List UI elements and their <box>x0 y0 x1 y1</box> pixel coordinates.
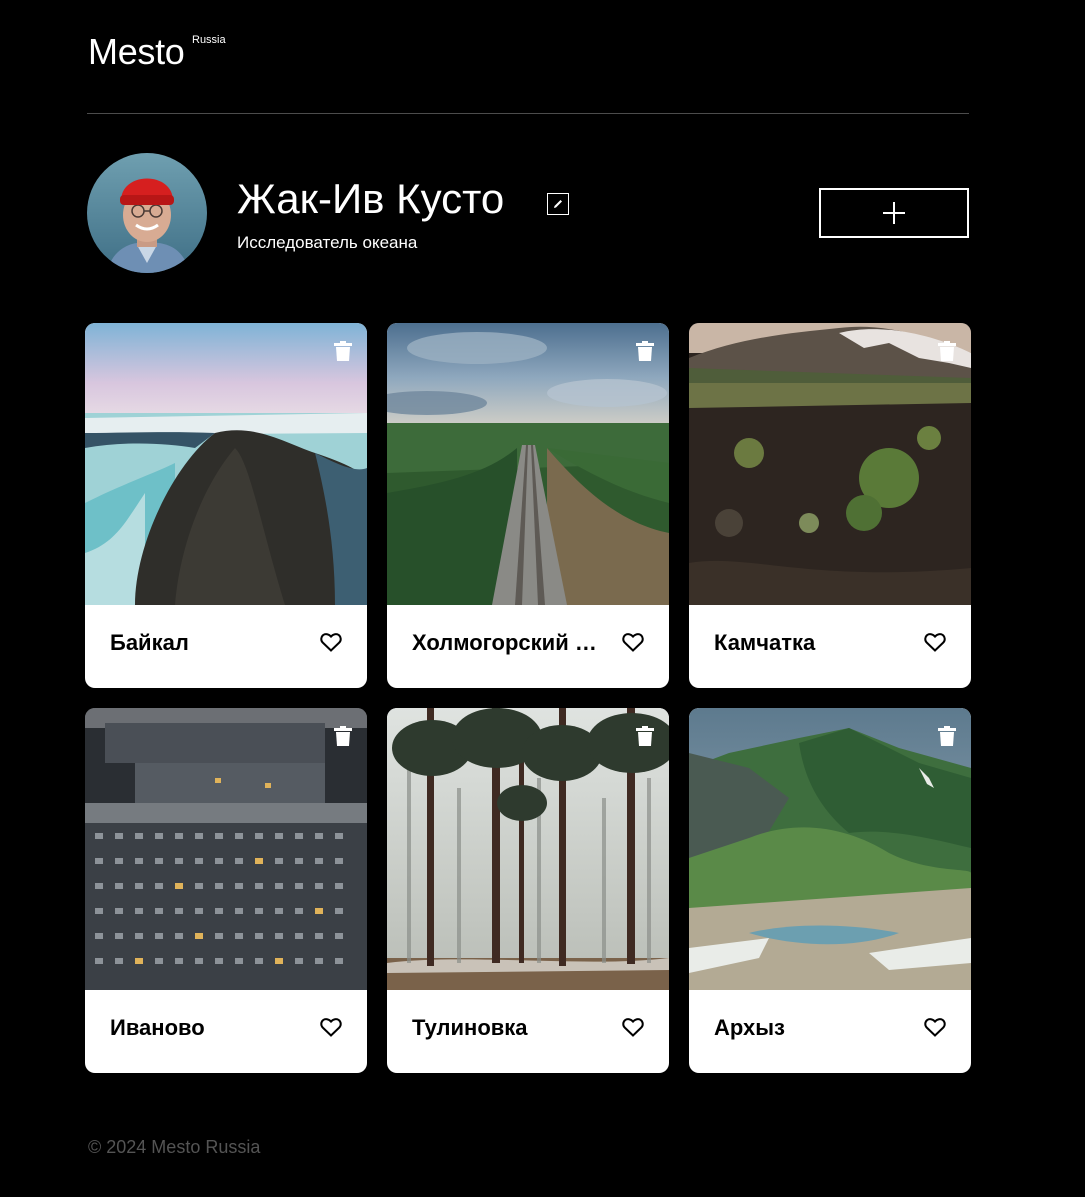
card: Архыз <box>689 708 971 1073</box>
pencil-icon <box>554 200 562 208</box>
delete-card-button[interactable] <box>334 726 352 746</box>
card-image[interactable] <box>689 708 971 990</box>
heart-icon <box>320 1018 342 1037</box>
card-image[interactable] <box>85 323 367 605</box>
trash-icon <box>636 341 654 361</box>
like-button[interactable] <box>320 1017 342 1037</box>
trash-icon <box>938 726 956 746</box>
like-button[interactable] <box>622 1017 644 1037</box>
like-button[interactable] <box>924 1017 946 1037</box>
page: Mesto Russia Жак-Ив Кусто Исследователь … <box>0 0 1085 1197</box>
footer-copyright: © 2024 Mesto Russia <box>88 1137 261 1157</box>
logo[interactable]: Mesto <box>88 34 185 70</box>
card-image[interactable] <box>387 708 669 990</box>
heart-icon <box>622 1018 644 1037</box>
edit-profile-button[interactable] <box>547 193 569 215</box>
trash-icon <box>334 726 352 746</box>
card: Тулиновка <box>387 708 669 1073</box>
card: Холмогорский район <box>387 323 669 688</box>
trash-icon <box>636 726 654 746</box>
profile-name: Жак-Ив Кусто <box>237 175 505 222</box>
avatar-image <box>87 153 207 273</box>
card-title: Байкал <box>110 630 189 655</box>
card: Камчатка <box>689 323 971 688</box>
card-title: Иваново <box>110 1015 205 1040</box>
like-button[interactable] <box>622 632 644 652</box>
like-button[interactable] <box>320 632 342 652</box>
card-title: Тулиновка <box>412 1015 528 1040</box>
like-button[interactable] <box>924 632 946 652</box>
avatar[interactable] <box>87 153 207 273</box>
add-card-button[interactable] <box>819 188 969 238</box>
trash-icon <box>334 341 352 361</box>
card: Байкал <box>85 323 367 688</box>
plus-icon <box>883 202 905 224</box>
trash-icon <box>938 341 956 361</box>
card: Иваново <box>85 708 367 1073</box>
header: Mesto Russia <box>87 0 969 114</box>
profile: Жак-Ив Кусто Исследователь океана <box>87 153 969 273</box>
heart-icon <box>320 633 342 652</box>
card-title: Холмогорский район <box>412 630 602 655</box>
card-title: Камчатка <box>714 630 816 655</box>
delete-card-button[interactable] <box>938 341 956 361</box>
delete-card-button[interactable] <box>938 726 956 746</box>
logo-subtitle: Russia <box>192 34 226 46</box>
heart-icon <box>924 1018 946 1037</box>
card-image[interactable] <box>85 708 367 990</box>
card-image[interactable] <box>689 323 971 605</box>
heart-icon <box>924 633 946 652</box>
card-title: Архыз <box>714 1015 785 1040</box>
delete-card-button[interactable] <box>334 341 352 361</box>
delete-card-button[interactable] <box>636 341 654 361</box>
profile-about: Исследователь океана <box>237 233 418 252</box>
heart-icon <box>622 633 644 652</box>
card-image[interactable] <box>387 323 669 605</box>
delete-card-button[interactable] <box>636 726 654 746</box>
